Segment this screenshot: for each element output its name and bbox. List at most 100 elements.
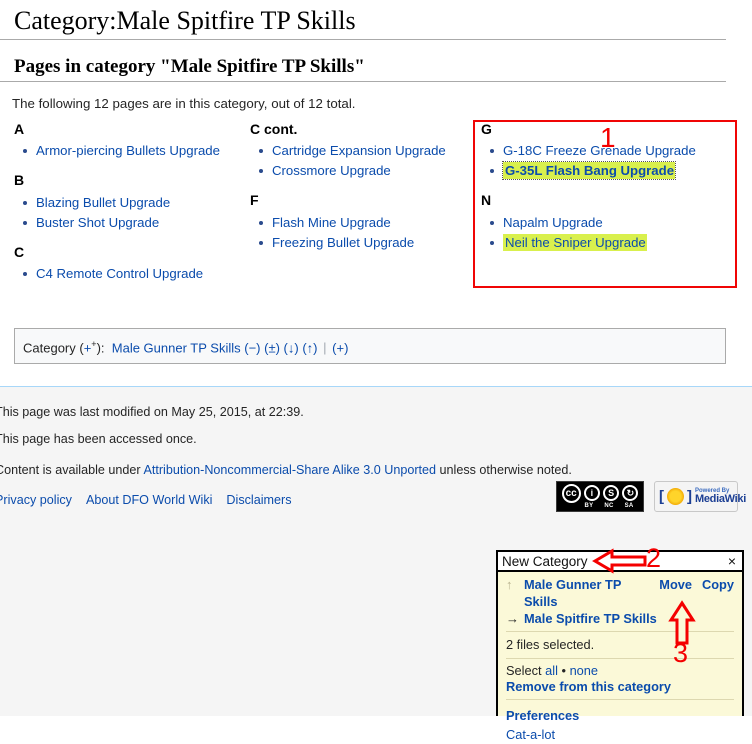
page-title: Category:Male Spitfire TP Skills (0, 0, 726, 40)
select-all-link[interactable]: all (545, 663, 558, 678)
privacy-policy-link[interactable]: Privacy policy (0, 493, 72, 507)
page-link[interactable]: Flash Mine Upgrade (272, 215, 391, 230)
letter-heading: F (250, 192, 259, 209)
cc-label-sa: SA (624, 502, 634, 509)
list-item[interactable]: Blazing Bullet Upgrade (14, 195, 244, 211)
catlinks-op-add[interactable]: (+) (332, 340, 348, 355)
footer-license-post: unless otherwise noted. (436, 463, 572, 477)
mediawiki-badge-icon[interactable]: [ ] Powered By MediaWiki (654, 481, 746, 512)
catlinks-colon: : (100, 340, 105, 356)
page-list: Flash Mine Upgrade Freezing Bullet Upgra… (250, 215, 465, 251)
page-link[interactable]: Freezing Bullet Upgrade (272, 235, 414, 250)
close-icon[interactable]: × (726, 554, 738, 568)
divider (506, 699, 734, 700)
list-item-selected[interactable]: G-35L Flash Bang Upgrade (481, 161, 731, 181)
letter-heading: B (14, 172, 25, 189)
catlinks-op-down[interactable]: (↓) (284, 340, 299, 355)
list-item[interactable]: Buster Shot Upgrade (14, 215, 244, 231)
list-item[interactable]: Cartridge Expansion Upgrade (250, 143, 465, 159)
footer-license-pre: Content is available under (0, 463, 144, 477)
remove-from-category-button[interactable]: Remove from this category (498, 679, 742, 695)
select-separator: • (561, 663, 566, 678)
mw-bracket-right-icon: ] (687, 488, 692, 505)
right-arrow-icon: → (506, 611, 519, 626)
creative-commons-badge-icon[interactable]: cc i S ↻ BY NC SA (556, 481, 644, 512)
letter-heading: C cont. (250, 121, 298, 137)
page-link[interactable]: Cartridge Expansion Upgrade (272, 143, 446, 158)
cc-label-row: BY NC SA (557, 503, 643, 510)
up-arrow-icon: ↑ (506, 577, 513, 592)
mw-mediawiki-label: MediaWiki (695, 493, 746, 505)
catalot-input-row: × (496, 550, 744, 572)
catalot-row-current[interactable]: → Male Spitfire TP Skills (498, 610, 742, 627)
letter-heading: A (14, 121, 25, 137)
catlinks-op-up[interactable]: (↑) (302, 340, 317, 355)
catalot-current-category-link[interactable]: Male Spitfire TP Skills (524, 610, 734, 627)
catlinks-op-modify[interactable]: (±) (264, 340, 280, 355)
footer-access-count: This page has been accessed once. (0, 432, 197, 446)
page-link[interactable]: C4 Remote Control Upgrade (36, 266, 203, 281)
new-category-input[interactable] (502, 553, 726, 569)
letter-heading: C (14, 243, 25, 260)
list-item[interactable]: Armor-piercing Bullets Upgrade (14, 143, 244, 159)
page-link-selected[interactable]: G-35L Flash Bang Upgrade (501, 161, 677, 181)
cc-by-icon: i (583, 485, 600, 501)
preferences-link[interactable]: Preferences (498, 704, 742, 723)
list-item[interactable]: Napalm Upgrade (481, 215, 731, 231)
page-list: C4 Remote Control Upgrade (14, 266, 244, 282)
section-heading: Pages in category "Male Spitfire TP Skil… (0, 40, 726, 82)
category-count-text: The following 12 pages are in this categ… (12, 95, 356, 111)
annotation-number-2: 2 (646, 543, 662, 573)
catlinks-label: Category (23, 340, 76, 356)
catalot-row-parent[interactable]: ↑ Male Gunner TP Skills Move Copy (498, 576, 742, 610)
catlinks-category-link[interactable]: Male Gunner TP Skills (112, 340, 241, 355)
divider (506, 658, 734, 659)
footer-links: Privacy policy About DFO World Wiki Discla… (0, 493, 306, 507)
catlinks-divider: | (323, 340, 327, 356)
catalot-panel: ↑ Male Gunner TP Skills Move Copy → Male… (496, 572, 744, 742)
mw-text: Powered By MediaWiki (695, 488, 746, 505)
catalot-brand-label: Cat-a-lot (506, 727, 556, 742)
select-none-link[interactable]: none (570, 663, 598, 678)
catalot-selection-status: 2 files selected. (506, 637, 595, 652)
footer-badges: cc i S ↻ BY NC SA [ ] Powered By MediaWi… (556, 481, 746, 512)
list-item[interactable]: Freezing Bullet Upgrade (250, 235, 465, 251)
list-item-selected[interactable]: Neil the Sniper Upgrade (481, 233, 731, 251)
page-link[interactable]: Blazing Bullet Upgrade (36, 195, 170, 210)
cc-icon-row: cc i S ↻ (557, 483, 643, 503)
category-column-2: C cont. Cartridge Expansion Upgrade Cros… (250, 121, 465, 255)
catlinks-bar: Category (++): Male Gunner TP Skills (−)… (14, 328, 726, 365)
copy-button[interactable]: Copy (702, 576, 734, 593)
page-link[interactable]: Crossmore Upgrade (272, 163, 391, 178)
page-link[interactable]: Armor-piercing Bullets Upgrade (36, 143, 220, 158)
page-list: Cartridge Expansion Upgrade Crossmore Up… (250, 143, 465, 179)
catalot-select-row: Select all • none (498, 663, 742, 679)
footer-last-modified: This page was last modified on May 25, 2… (0, 405, 304, 419)
page-link-selected[interactable]: Neil the Sniper Upgrade (503, 233, 647, 251)
page-list: Armor-piercing Bullets Upgrade (14, 143, 244, 159)
list-item[interactable]: Flash Mine Upgrade (250, 215, 465, 231)
mw-bracket-left-icon: [ (659, 488, 664, 505)
license-link[interactable]: Attribution-Noncommercial-Share Alike 3.… (143, 463, 436, 477)
divider (506, 631, 734, 632)
catalot-parent-category-link[interactable]: Male Gunner TP Skills (524, 576, 649, 610)
annotation-number-3: 3 (673, 638, 689, 668)
disclaimers-link[interactable]: Disclaimers (226, 493, 291, 507)
annotation-number-1: 1 (600, 122, 616, 153)
about-link[interactable]: About DFO World Wiki (86, 493, 212, 507)
page-list: Napalm Upgrade Neil the Sniper Upgrade (481, 215, 731, 251)
letter-heading: N (481, 192, 492, 209)
cc-sa-icon: ↻ (622, 485, 639, 501)
category-columns: A Armor-piercing Bullets Upgrade B Blazi… (0, 121, 752, 302)
cc-label-nc: NC (604, 502, 614, 509)
mw-sunflower-icon (667, 488, 684, 505)
list-item[interactable]: Crossmore Upgrade (250, 163, 465, 179)
move-button[interactable]: Move (659, 576, 692, 593)
page-link[interactable]: Napalm Upgrade (503, 215, 603, 230)
footer-license: Content is available under Attribution-N… (0, 463, 572, 477)
page-list: Blazing Bullet Upgrade Buster Shot Upgra… (14, 195, 244, 231)
page-link[interactable]: Buster Shot Upgrade (36, 215, 159, 230)
catlinks-op-remove[interactable]: (−) (244, 340, 260, 355)
list-item[interactable]: C4 Remote Control Upgrade (14, 266, 244, 282)
category-column-1: A Armor-piercing Bullets Upgrade B Blazi… (14, 121, 244, 286)
